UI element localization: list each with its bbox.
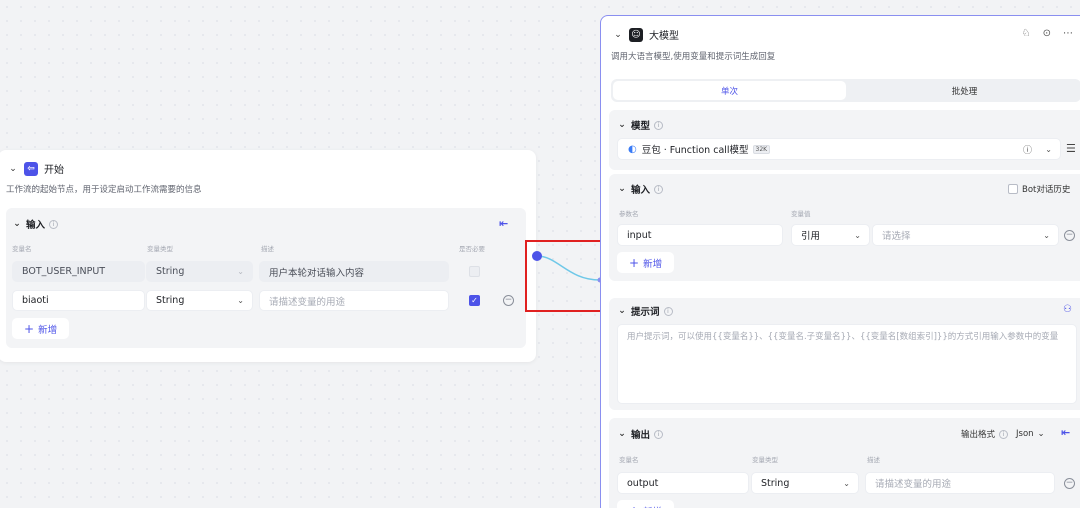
llm-node-title: 大模型 xyxy=(649,31,679,42)
variable-type-select[interactable]: String ⌄ xyxy=(146,290,253,311)
input-section-title[interactable]: ⌄ 输入 i xyxy=(12,217,59,231)
context-length-badge: 32K xyxy=(752,144,771,154)
llm-node-actions: ♘ ⊙ ⋯ xyxy=(1022,28,1073,39)
tab-single[interactable]: 单次 xyxy=(613,81,846,100)
plus-icon: + xyxy=(24,321,35,336)
column-header-description: 描述 xyxy=(867,456,880,464)
model-select[interactable]: ◐ 豆包 · Function call模型 32K ⓘ ⌄ xyxy=(617,138,1061,160)
variable-name-field[interactable]: biaoti xyxy=(12,290,145,311)
add-input-button[interactable]: + 新增 xyxy=(617,252,675,273)
prompt-library-icon[interactable]: ⚇ xyxy=(1063,304,1072,315)
debug-icon[interactable]: ♘ xyxy=(1022,28,1031,39)
chevron-down-icon: ⌄ xyxy=(237,267,244,276)
chevron-down-icon: ⌄ xyxy=(854,230,861,240)
column-header-variable-value: 变量值 xyxy=(791,210,811,218)
llm-input-section-title[interactable]: ⌄ 输入 i xyxy=(617,182,664,196)
variable-reference-select[interactable]: 请选择 ⌄ xyxy=(872,224,1059,246)
output-description-field[interactable]: 请描述变量的用途 xyxy=(865,472,1055,494)
start-node-header: ⌄ ⇦ 开始 xyxy=(8,161,64,176)
run-mode-tabs: 单次 批处理 xyxy=(611,79,1080,102)
llm-input-section: ⌄ 输入 i Bot对话历史 参数名 变量值 input 引用 ⌄ 请选择 ⌄ … xyxy=(609,174,1080,281)
output-format-select[interactable]: 输出格式 i Json ⌄ xyxy=(961,428,1045,440)
llm-node-description: 调用大语言模型,使用变量和提示词生成回复 xyxy=(611,52,776,62)
chevron-down-icon: ⌄ xyxy=(1037,429,1045,439)
column-header-type: 变量类型 xyxy=(147,245,173,253)
model-section: ⌄ 模型 i ◐ 豆包 · Function call模型 32K ⓘ ⌄ ☰ xyxy=(609,110,1080,170)
remove-row-icon[interactable]: − xyxy=(1064,230,1075,241)
param-name-field[interactable]: input xyxy=(617,224,783,246)
chevron-down-icon[interactable]: ⌄ xyxy=(8,164,18,174)
variable-description-field: 用户本轮对话输入内容 xyxy=(259,261,449,282)
prompt-section: ⌄ 提示词 i ⚇ 用户提示词，可以使用{{变量名}}、{{变量名.子变量名}}… xyxy=(609,298,1080,410)
output-type-select[interactable]: String ⌄ xyxy=(751,472,859,494)
prompt-section-title[interactable]: ⌄ 提示词 i xyxy=(617,304,673,318)
required-checkbox xyxy=(469,266,480,277)
info-icon: i xyxy=(654,429,664,439)
add-output-button[interactable]: + 新增 xyxy=(617,500,675,508)
chevron-down-icon: ⌄ xyxy=(237,296,244,305)
export-icon[interactable]: ⇤ xyxy=(499,217,508,230)
add-input-button[interactable]: + 新增 xyxy=(12,318,70,339)
chevron-down-icon: ⌄ xyxy=(618,429,626,439)
value-type-select[interactable]: 引用 ⌄ xyxy=(791,224,870,246)
variable-type-select: String ⌄ xyxy=(146,261,253,282)
info-icon: i xyxy=(663,306,673,316)
column-header-type: 变量类型 xyxy=(752,456,778,464)
model-settings-icon[interactable]: ☰ xyxy=(1066,142,1076,155)
chevron-down-icon: ⌄ xyxy=(13,219,21,229)
output-section: ⌄ 输出 i 输出格式 i Json ⌄ ⇤ 变量名 变量类型 描述 outpu… xyxy=(609,418,1080,508)
start-node[interactable]: ⌄ ⇦ 开始 工作流的起始节点，用于设定启动工作流需要的信息 ⌄ 输入 i ⇤ … xyxy=(0,150,536,362)
variable-description-field[interactable]: 请描述变量的用途 xyxy=(259,290,449,311)
info-icon: i xyxy=(999,429,1009,439)
doubao-logo-icon: ◐ xyxy=(628,143,637,155)
bot-history-toggle[interactable]: Bot对话历史 xyxy=(1008,183,1070,195)
start-input-section: ⌄ 输入 i ⇤ 变量名 变量类型 描述 是否必要 BOT_USER_INPUT… xyxy=(6,208,526,348)
plus-icon: + xyxy=(629,255,640,270)
export-icon[interactable]: ⇤ xyxy=(1061,426,1070,439)
column-header-description: 描述 xyxy=(261,245,274,253)
chevron-down-icon: ⌄ xyxy=(1045,144,1052,154)
more-icon[interactable]: ⋯ xyxy=(1063,28,1073,39)
info-icon[interactable]: ⓘ xyxy=(1023,143,1032,156)
info-icon: i xyxy=(654,120,664,130)
llm-node[interactable]: ⌄ ☺ 大模型 ♘ ⊙ ⋯ 调用大语言模型,使用变量和提示词生成回复 单次 批处… xyxy=(600,15,1080,508)
llm-node-header: ⌄ ☺ 大模型 xyxy=(613,27,679,42)
run-icon[interactable]: ⊙ xyxy=(1043,28,1051,39)
column-header-param-name: 参数名 xyxy=(619,210,639,218)
user-prompt-input[interactable]: 用户提示词，可以使用{{变量名}}、{{变量名.子变量名}}、{{变量名[数组索… xyxy=(617,324,1077,404)
chevron-down-icon: ⌄ xyxy=(618,184,626,194)
start-icon: ⇦ xyxy=(24,161,38,176)
variable-name-field: BOT_USER_INPUT xyxy=(12,261,145,282)
chevron-down-icon: ⌄ xyxy=(618,306,626,316)
start-node-title: 开始 xyxy=(44,165,64,176)
llm-robot-icon: ☺ xyxy=(629,27,643,42)
chevron-down-icon: ⌄ xyxy=(843,478,850,488)
model-section-title[interactable]: ⌄ 模型 i xyxy=(617,118,664,132)
output-name-field[interactable]: output xyxy=(617,472,749,494)
connection-edge[interactable] xyxy=(528,246,608,292)
chevron-down-icon: ⌄ xyxy=(1043,230,1050,240)
remove-row-icon[interactable]: − xyxy=(503,295,514,306)
bot-history-checkbox[interactable] xyxy=(1008,184,1018,194)
column-header-name: 变量名 xyxy=(12,245,32,253)
chevron-down-icon: ⌄ xyxy=(618,120,626,130)
info-icon: i xyxy=(654,184,664,194)
tab-batch[interactable]: 批处理 xyxy=(848,79,1080,102)
output-section-title[interactable]: ⌄ 输出 i xyxy=(617,427,664,441)
output-port-handle[interactable] xyxy=(532,251,542,261)
chevron-down-icon[interactable]: ⌄ xyxy=(613,30,623,40)
start-node-description: 工作流的起始节点，用于设定启动工作流需要的信息 xyxy=(6,185,202,195)
plus-icon: + xyxy=(629,505,639,508)
required-checkbox[interactable]: ✓ xyxy=(469,295,480,306)
remove-row-icon[interactable]: − xyxy=(1064,478,1075,489)
column-header-required: 是否必要 xyxy=(459,245,485,253)
info-icon: i xyxy=(49,219,59,229)
column-header-name: 变量名 xyxy=(619,456,639,464)
